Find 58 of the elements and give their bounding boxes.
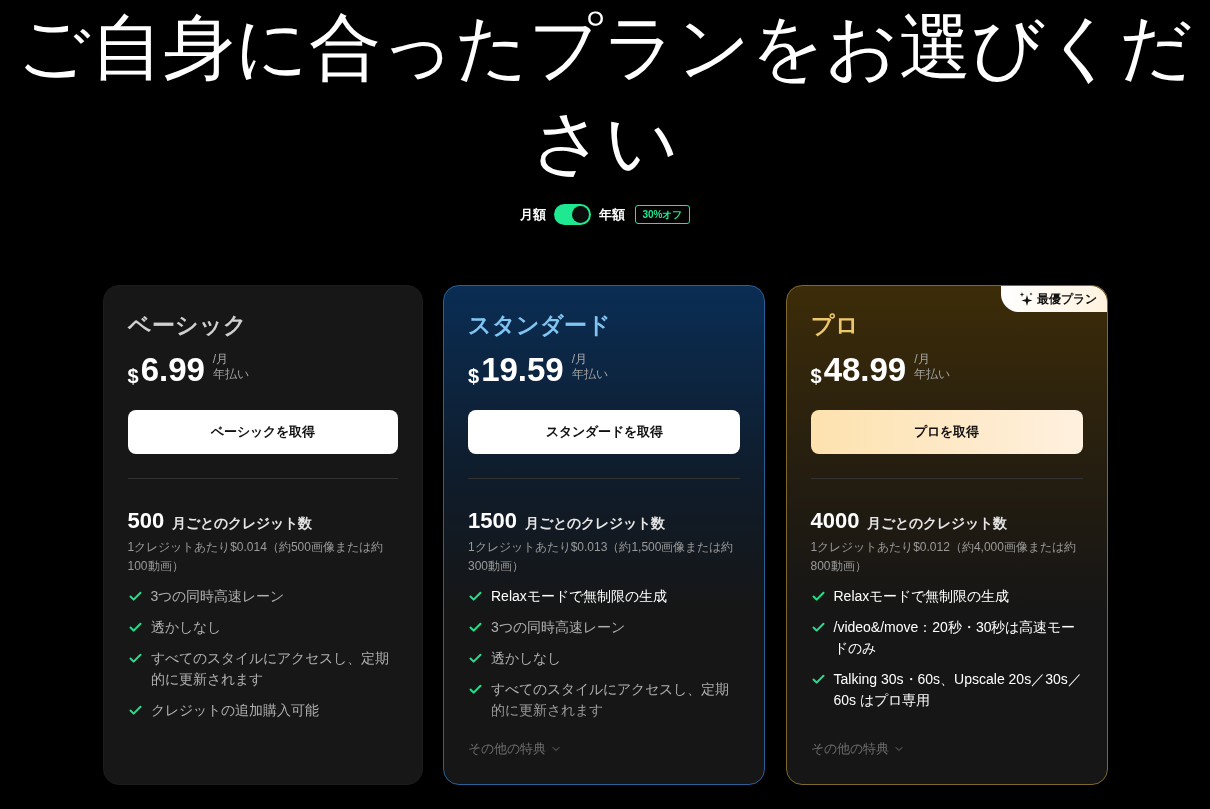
- credit-detail: 1クレジットあたり$0.012（約4,000画像または約800動画）: [810, 539, 1077, 575]
- check-icon: [468, 589, 483, 604]
- feature-text: すべてのスタイルにアクセスし、定期的に更新されます: [150, 649, 390, 689]
- feature-text: すべてのスタイルにアクセスし、定期的に更新されます: [491, 680, 730, 720]
- billing-note: 年払い: [212, 367, 249, 382]
- billing-toggle[interactable]: [554, 204, 592, 225]
- price-amount: 6.99: [140, 352, 205, 388]
- price-period: /月: [571, 352, 589, 367]
- credit-amount: 1500: [468, 509, 517, 533]
- plan-name: ベーシック: [127, 311, 248, 340]
- annual-label: 年額: [599, 205, 626, 224]
- price-period: /月: [914, 352, 931, 367]
- feature-text: /video&/move：20秒・30秒は高速モードのみ: [833, 618, 1077, 658]
- check-icon: [468, 620, 483, 635]
- price-amount: 48.99: [823, 352, 907, 388]
- monthly-label: 月額: [520, 205, 547, 224]
- credit-amount: 500: [127, 509, 165, 533]
- check-icon: [468, 651, 483, 666]
- check-icon: [127, 620, 143, 635]
- plan-name: スタンダード: [468, 311, 612, 340]
- more-benefits-link[interactable]: その他の特典: [468, 740, 562, 758]
- feature-text: Relaxモードで無制限の生成: [491, 587, 667, 606]
- credit-amount: 4000: [810, 509, 860, 533]
- feature-text: 3つの同時高速レーン: [150, 587, 285, 606]
- credit-label: 月ごとのクレジット数: [867, 514, 1008, 533]
- best-plan-label: 最優プラン: [1036, 291, 1097, 308]
- sparkle-icon: [1018, 292, 1033, 306]
- check-icon: [127, 589, 143, 604]
- credit-label: 月ごとのクレジット数: [172, 514, 313, 533]
- currency-symbol: $: [127, 365, 139, 387]
- credit-detail: 1クレジットあたり$0.013（約1,500画像または約300動画）: [468, 539, 735, 575]
- feature-text: 透かしなし: [150, 618, 221, 637]
- price-amount: 19.59: [481, 352, 564, 388]
- check-icon: [127, 703, 143, 718]
- feature-text: Talking 30s・60s、Upscale 20s／30s／60s はプロ専用: [833, 670, 1083, 710]
- price-period: /月: [212, 352, 230, 367]
- billing-note: 年払い: [914, 367, 951, 382]
- check-icon: [810, 672, 826, 687]
- check-icon: [468, 682, 483, 697]
- get-plan-button[interactable]: プロを取得: [810, 410, 1083, 454]
- feature-text: Relaxモードで無制限の生成: [833, 587, 1010, 606]
- check-icon: [127, 651, 143, 666]
- get-plan-button[interactable]: スタンダードを取得: [468, 410, 740, 454]
- check-icon: [810, 620, 826, 635]
- feature-text: 3つの同時高速レーン: [491, 618, 625, 637]
- check-icon: [810, 589, 826, 604]
- currency-symbol: $: [810, 365, 822, 387]
- billing-note: 年払い: [571, 367, 608, 382]
- feature-text: 透かしなし: [491, 649, 561, 668]
- credit-detail: 1クレジットあたり$0.014（約500画像または約100動画）: [127, 539, 384, 575]
- plan-name: プロ: [810, 311, 860, 340]
- page-title: ご自身に合ったプランをお選びください: [16, 6, 1194, 184]
- currency-symbol: $: [468, 365, 480, 387]
- get-plan-button[interactable]: ベーシックを取得: [127, 410, 398, 454]
- feature-text: クレジットの追加購入可能: [150, 701, 319, 720]
- discount-tag: 30%オフ: [635, 205, 690, 224]
- credit-label: 月ごとのクレジット数: [524, 514, 665, 533]
- more-benefits-link[interactable]: その他の特典: [810, 740, 905, 758]
